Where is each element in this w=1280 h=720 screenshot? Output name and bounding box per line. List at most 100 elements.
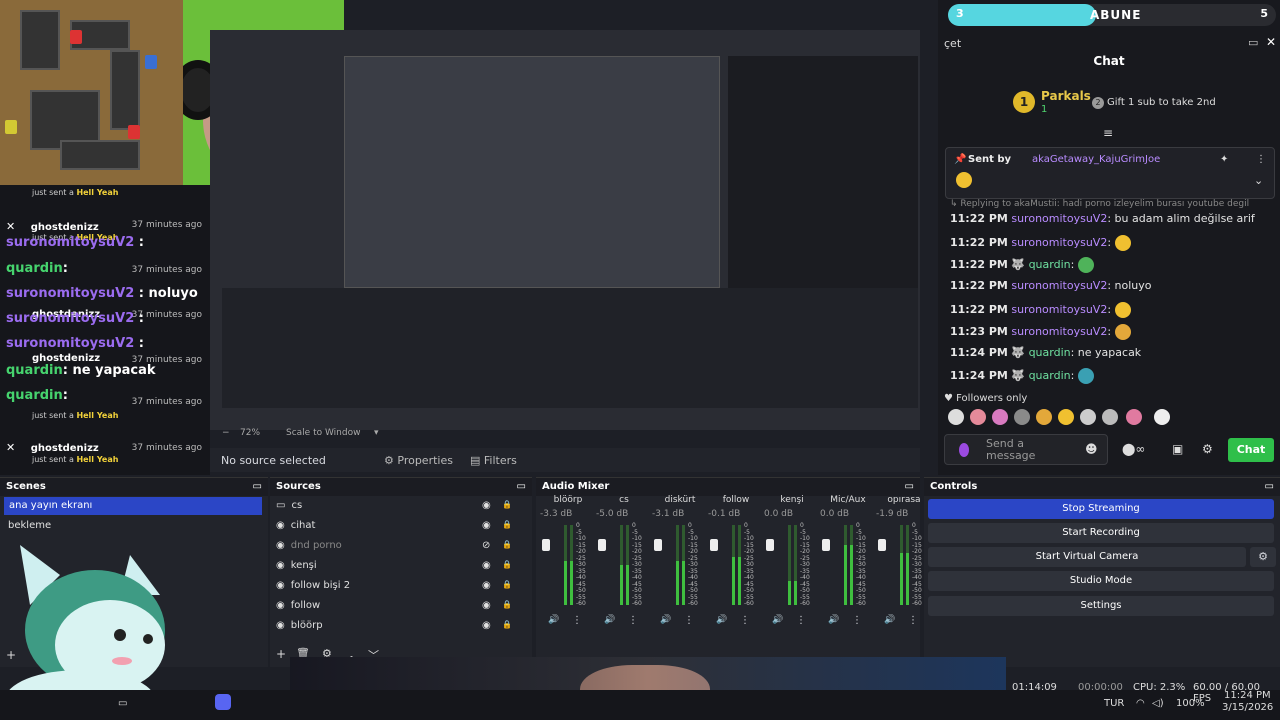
emote-bar[interactable]	[946, 409, 1176, 429]
emote-icon[interactable]	[1126, 409, 1142, 425]
zoom-out-button[interactable]: −	[222, 428, 230, 438]
volume-slider[interactable]	[542, 539, 550, 551]
more-icon[interactable]: ⋮	[796, 615, 806, 626]
menu-icon[interactable]: ≡	[1103, 126, 1113, 140]
mute-icon[interactable]: 🔊	[828, 615, 839, 625]
properties-button[interactable]: ⚙ Properties	[384, 454, 453, 467]
more-icon[interactable]: ⋮	[1256, 154, 1266, 165]
lock-icon[interactable]: 🔒	[502, 600, 512, 609]
source-item[interactable]: ◉ blöörp ◉ 🔒	[276, 620, 522, 631]
studio-mode-button[interactable]: Studio Mode	[928, 571, 1274, 591]
lock-icon[interactable]: 🔒	[502, 500, 512, 509]
popout-icon[interactable]: ▭	[517, 481, 526, 492]
add-source-button[interactable]: +	[276, 647, 286, 661]
eye-icon[interactable]: ◉	[482, 620, 491, 631]
mic-icon[interactable]	[959, 443, 969, 457]
chat-send-button[interactable]: Chat	[1228, 438, 1274, 462]
volume-slider[interactable]	[878, 539, 886, 551]
emote-icon[interactable]	[1154, 409, 1170, 425]
mute-icon[interactable]: 🔊	[548, 615, 559, 625]
popout-icon[interactable]: ▭	[253, 481, 262, 492]
volume-slider[interactable]	[654, 539, 662, 551]
close-icon[interactable]: ✕	[1266, 35, 1276, 49]
source-item[interactable]: ◉ kenşi ◉ 🔒	[276, 560, 522, 571]
emoji-picker-icon[interactable]: ☻	[1085, 442, 1098, 456]
scale-mode-select[interactable]: Scale to Window	[286, 428, 360, 438]
source-item[interactable]: ◉ dnd porno ⊘ 🔒	[276, 540, 522, 551]
chat-message[interactable]: 11:24 PM 🐺 quardin: ne yapacak	[950, 346, 1141, 359]
message-input[interactable]: Send a message ☻	[944, 434, 1108, 465]
program-preview[interactable]	[210, 30, 920, 430]
emote-icon[interactable]	[948, 409, 964, 425]
scene-item[interactable]: ana yayın ekranı	[4, 497, 262, 515]
mute-icon[interactable]: 🔊	[884, 615, 895, 625]
discord-icon[interactable]	[215, 694, 231, 710]
gear-icon[interactable]: ⚙	[1250, 547, 1276, 567]
lock-icon[interactable]: 🔒	[502, 580, 512, 589]
chat-message[interactable]: 11:23 PM suronomitoysuV2:	[950, 324, 1131, 340]
volume-icon[interactable]: ◁)	[1152, 698, 1164, 709]
battery-level[interactable]: 100%	[1176, 698, 1205, 709]
start-recording-button[interactable]: Start Recording	[928, 523, 1274, 543]
scene-item[interactable]: bekleme	[8, 520, 51, 531]
emote-icon[interactable]	[1058, 409, 1074, 425]
eye-icon[interactable]: ◉	[482, 580, 491, 591]
lock-icon[interactable]: 🔒	[502, 540, 512, 549]
chat-message[interactable]: 11:22 PM suronomitoysuV2: noluyo	[950, 279, 1152, 292]
unpin-icon[interactable]: ✦	[1220, 154, 1228, 165]
source-item[interactable]: ◉ follow bişi 2 ◉ 🔒	[276, 580, 522, 591]
emote-icon[interactable]	[1080, 409, 1096, 425]
volume-slider[interactable]	[710, 539, 718, 551]
volume-slider[interactable]	[822, 539, 830, 551]
gift-icon[interactable]: ▣	[1172, 442, 1183, 456]
lock-icon[interactable]: 🔒	[502, 560, 512, 569]
emote-icon[interactable]	[970, 409, 986, 425]
volume-slider[interactable]	[766, 539, 774, 551]
more-icon[interactable]: ⋮	[908, 615, 918, 626]
volume-slider[interactable]	[598, 539, 606, 551]
start-virtual-camera-button[interactable]: Start Virtual Camera	[928, 547, 1246, 567]
mute-icon[interactable]: 🔊	[604, 615, 615, 625]
eye-hidden-icon[interactable]: ⊘	[482, 540, 490, 551]
popout-icon[interactable]: ▭	[1265, 481, 1274, 492]
more-icon[interactable]: ⋮	[684, 615, 694, 626]
clock-date[interactable]: 3/15/2026	[1222, 702, 1273, 713]
more-icon[interactable]: ⋮	[628, 615, 638, 626]
mute-icon[interactable]: 🔊	[772, 615, 783, 625]
emote-icon[interactable]	[1102, 409, 1118, 425]
task-icon[interactable]: ▭	[118, 698, 127, 709]
emote-icon[interactable]	[1036, 409, 1052, 425]
pinned-message[interactable]: 📌 Sent by akaGetaway_KajuGrimJoe ✦ ⋮ ⌄	[945, 147, 1275, 199]
clock-time[interactable]: 11:24 PM	[1224, 690, 1271, 701]
emote-icon[interactable]	[992, 409, 1008, 425]
popout-icon[interactable]: ▭	[905, 481, 914, 492]
points-icon[interactable]: ⬤∞	[1122, 442, 1145, 456]
settings-button[interactable]: Settings	[928, 596, 1274, 616]
eye-icon[interactable]: ◉	[482, 600, 491, 611]
source-item[interactable]: ◉ follow ◉ 🔒	[276, 600, 522, 611]
stop-streaming-button[interactable]: Stop Streaming	[928, 499, 1274, 519]
more-icon[interactable]: ⋮	[572, 615, 582, 626]
leader-name[interactable]: Parkals	[1041, 89, 1091, 103]
source-item[interactable]: ▭ cs ◉ 🔒	[276, 500, 522, 511]
chat-message[interactable]: 11:24 PM 🐺 quardin:	[950, 368, 1094, 384]
lock-icon[interactable]: 🔒	[502, 520, 512, 529]
more-icon[interactable]: ⋮	[740, 615, 750, 626]
more-icon[interactable]: ⋮	[852, 615, 862, 626]
chat-message[interactable]: 11:22 PM suronomitoysuV2:	[950, 302, 1131, 318]
gear-icon[interactable]: ⚙	[1202, 442, 1213, 456]
mute-icon[interactable]: 🔊	[716, 615, 727, 625]
lock-icon[interactable]: 🔒	[502, 620, 512, 629]
chevron-down-icon[interactable]: ▾	[374, 428, 379, 438]
filters-button[interactable]: ▤ Filters	[470, 454, 517, 467]
chevron-down-icon[interactable]: ⌄	[1254, 174, 1263, 187]
eye-icon[interactable]: ◉	[482, 520, 491, 531]
source-item[interactable]: ◉ cihat ◉ 🔒	[276, 520, 522, 531]
language-indicator[interactable]: TUR	[1104, 698, 1124, 709]
chat-message[interactable]: 11:22 PM 🐺 quardin:	[950, 257, 1094, 273]
eye-icon[interactable]: ◉	[482, 500, 491, 511]
wifi-icon[interactable]: ◠	[1136, 698, 1145, 709]
eye-icon[interactable]: ◉	[482, 560, 491, 571]
chat-message[interactable]: 11:22 PM suronomitoysuV2: bu adam alim d…	[950, 212, 1255, 225]
chat-message[interactable]: 11:22 PM suronomitoysuV2:	[950, 235, 1131, 251]
